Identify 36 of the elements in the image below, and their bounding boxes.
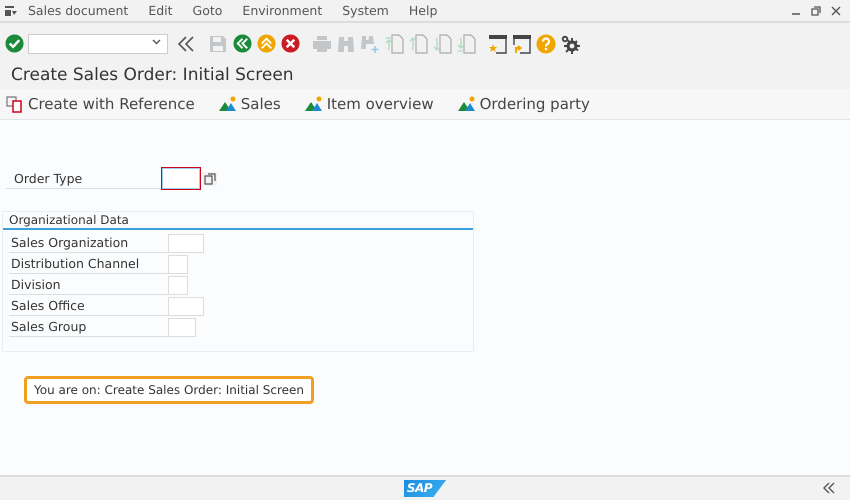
menu-item[interactable]: Environment — [232, 0, 332, 20]
mountain-icon — [304, 96, 323, 112]
close-icon[interactable] — [830, 4, 842, 16]
toolbar-button[interactable]: Sales — [218, 92, 281, 116]
callout-note: You are on: Create Sales Order: Initial Screen — [24, 376, 314, 404]
window-arrow-icon[interactable] — [512, 32, 532, 54]
menu-item[interactable]: System — [332, 0, 399, 20]
menu-item[interactable]: Help — [398, 0, 448, 20]
order-type-field[interactable] — [162, 168, 200, 189]
group-title: Organizational Data — [3, 212, 473, 230]
toolbar-button[interactable]: Create with Reference — [6, 92, 195, 116]
input-field[interactable] — [168, 254, 188, 274]
mountain-icon — [218, 96, 237, 112]
check-icon[interactable] — [4, 32, 24, 54]
menu-item[interactable]: Sales document — [18, 0, 138, 20]
screen-title: Create Sales Order: Initial Screen — [0, 60, 850, 89]
cancel-icon[interactable] — [280, 32, 300, 54]
window-star-icon[interactable] — [488, 32, 508, 54]
back-icon[interactable] — [232, 32, 252, 54]
sap-logo: SAP — [404, 480, 446, 497]
menu-item[interactable]: Edit — [138, 0, 183, 20]
copy-icon — [6, 95, 24, 113]
command-field[interactable] — [28, 34, 168, 54]
menu-icon[interactable] — [4, 4, 18, 16]
input-field[interactable] — [168, 296, 204, 316]
toolbar-button[interactable]: Ordering party — [458, 92, 590, 116]
input-field[interactable] — [168, 318, 196, 336]
input-field[interactable] — [168, 276, 188, 294]
double-chevron-icon[interactable] — [822, 481, 836, 495]
menu-item[interactable]: Goto — [182, 0, 232, 20]
input-field[interactable] — [168, 234, 204, 252]
caret-icon — [152, 38, 161, 44]
toolbar-button[interactable]: Item overview — [304, 92, 434, 116]
mountain-icon — [458, 96, 476, 112]
restore-icon[interactable] — [810, 4, 822, 16]
value-help-icon[interactable] — [203, 170, 217, 186]
